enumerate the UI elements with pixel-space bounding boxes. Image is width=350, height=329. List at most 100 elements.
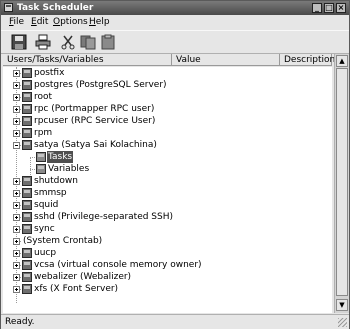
tree-row-label: xfs (X Font Server) [34,284,119,294]
tree-row-label: root [34,92,53,102]
tree-row-label: rpcuser (RPC Service User) [34,116,156,126]
menu-edit-label: dit [36,17,49,27]
tree-row-webalizer[interactable]: webalizer (Webalizer) [3,271,332,283]
menu-bar: File Edit Options Help [1,15,349,30]
expand-toggle-icon[interactable] [13,262,20,269]
toolbar [1,30,349,54]
tree-branch-line [30,157,35,158]
tree-row-shutdown[interactable]: shutdown [3,175,332,187]
paste-icon[interactable] [99,34,117,50]
tree-row-label: rpc (Portmapper RPC user) [34,104,155,114]
tree-row-root[interactable]: root [3,91,332,103]
tree-row-tasks[interactable]: Tasks [3,151,332,163]
expand-toggle-icon[interactable] [13,82,20,89]
tree-row-label: smmsp [34,188,67,198]
scroll-down-arrow-icon[interactable]: ▼ [336,299,348,311]
expand-toggle-icon[interactable] [13,106,20,113]
cut-scissors-icon[interactable] [59,34,77,50]
menu-edit[interactable]: Edit [31,17,48,28]
floppy-save-icon[interactable] [10,34,28,50]
user-icon [22,284,32,294]
user-icon [22,260,32,270]
menu-options[interactable]: Options [53,17,88,28]
tree-row-label: (System Crontab) [23,236,103,246]
maximize-button[interactable]: □ [324,3,334,13]
tree-row-label: shutdown [34,176,78,186]
expand-toggle-icon[interactable] [13,274,20,281]
status-bar: Ready. [1,314,349,329]
expand-toggle-icon[interactable] [13,226,20,233]
column-header-value[interactable]: Value [172,54,280,66]
tree-row-smmsp[interactable]: smmsp [3,187,332,199]
tree-row-label: sshd (Privilege-separated SSH) [34,212,174,222]
close-button[interactable]: × [336,3,346,13]
collapse-toggle-icon[interactable] [13,142,20,149]
user-icon [22,80,32,90]
resize-grip-icon[interactable] [338,318,347,327]
tree-row-label: Variables [48,164,90,174]
window-title: Task Scheduler [17,3,94,13]
expand-toggle-icon[interactable] [13,94,20,101]
tree-row-xfs[interactable]: xfs (X Font Server) [3,283,332,295]
tree-row-postgres[interactable]: postgres (PostgreSQL Server) [3,79,332,91]
menu-help-mnemonic: H [89,17,96,27]
expand-toggle-icon[interactable] [13,202,20,209]
menu-help-label: elp [95,17,110,27]
tree-row-uucp[interactable]: uucp [3,247,332,259]
column-header-users[interactable]: Users/Tasks/Variables [3,54,172,66]
title-bar[interactable]: Task Scheduler _ □ × [1,1,349,15]
user-icon [22,248,32,258]
tree-row-sync[interactable]: sync [3,223,332,235]
expand-toggle-icon[interactable] [13,130,20,137]
tree-row-label: satya (Satya Sai Kolachina) [34,140,157,150]
expand-toggle-icon[interactable] [13,238,20,245]
user-icon [22,224,32,234]
user-icon [22,116,32,126]
tasks-folder-icon [36,152,46,162]
task-scheduler-window: Task Scheduler _ □ × File Edit Options H… [0,0,350,329]
tree-row-rpcuser[interactable]: rpcuser (RPC Service User) [3,115,332,127]
user-icon [22,212,32,222]
status-text: Ready. [5,317,35,327]
user-icon [22,176,32,186]
expand-toggle-icon[interactable] [13,70,20,77]
tree-row-satya[interactable]: satya (Satya Sai Kolachina) [3,139,332,151]
tree-row-label: postfix [34,68,65,78]
tree-row-label: squid [34,200,59,210]
vertical-scrollbar[interactable]: ▲ ▼ [334,54,349,313]
app-icon[interactable] [4,3,13,12]
user-icon [22,104,32,114]
task-tree: postfix postgres (PostgreSQL Server) roo… [3,67,332,313]
expand-toggle-icon[interactable] [13,286,20,293]
user-icon [22,68,32,78]
tree-row-vcsa[interactable]: vcsa (virtual console memory owner) [3,259,332,271]
expand-toggle-icon[interactable] [13,250,20,257]
tree-row-rpm[interactable]: rpm [3,127,332,139]
scroll-up-arrow-icon[interactable]: ▲ [336,55,348,67]
menu-file[interactable]: File [9,17,24,28]
user-icon [22,272,32,282]
tree-row-system-crontab[interactable]: (System Crontab) [3,235,332,247]
user-icon [22,188,32,198]
minimize-button[interactable]: _ [312,3,322,13]
user-icon [22,92,32,102]
tree-row-rpc[interactable]: rpc (Portmapper RPC user) [3,103,332,115]
tree-row-postfix[interactable]: postfix [3,67,332,79]
expand-toggle-icon[interactable] [13,118,20,125]
tree-row-label: uucp [34,248,57,258]
column-header-description[interactable]: Description [280,54,335,66]
scrollbar-thumb[interactable] [336,68,348,296]
variables-folder-icon [36,164,46,174]
tree-row-label: vcsa (virtual console memory owner) [34,260,202,270]
menu-help[interactable]: Help [89,17,110,28]
tree-row-variables[interactable]: Variables [3,163,332,175]
printer-icon[interactable] [34,34,52,50]
tree-row-label: Tasks [47,151,74,163]
tree-row-label: sync [34,224,55,234]
expand-toggle-icon[interactable] [13,214,20,221]
expand-toggle-icon[interactable] [13,178,20,185]
tree-row-squid[interactable]: squid [3,199,332,211]
expand-toggle-icon[interactable] [13,190,20,197]
tree-row-sshd[interactable]: sshd (Privilege-separated SSH) [3,211,332,223]
copy-icon[interactable] [79,34,97,50]
